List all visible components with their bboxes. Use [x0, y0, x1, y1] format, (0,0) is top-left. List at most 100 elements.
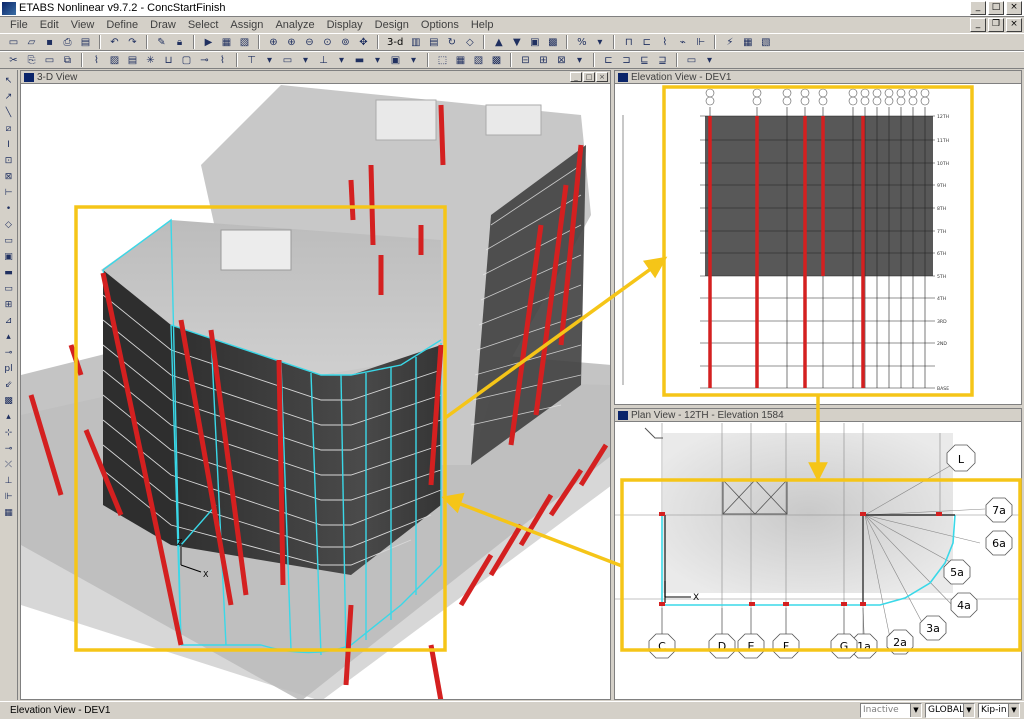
- deformed-shape-icon[interactable]: ⌇: [657, 35, 672, 50]
- link-icon[interactable]: ⊸: [197, 53, 212, 68]
- redo-icon[interactable]: ↷: [125, 35, 140, 50]
- analysis-options-icon[interactable]: ▦: [219, 35, 234, 50]
- dropdown-icon[interactable]: ▾: [298, 53, 313, 68]
- snap-fine-icon[interactable]: ▦: [2, 506, 16, 519]
- save-icon[interactable]: ▪: [42, 35, 57, 50]
- chevron-down-icon[interactable]: ▼: [963, 704, 974, 717]
- move-up-icon[interactable]: ▲: [491, 35, 506, 50]
- snap-joint-icon[interactable]: ⊟: [518, 53, 533, 68]
- opening-icon[interactable]: ▣: [388, 53, 403, 68]
- dropdown-icon[interactable]: ▾: [262, 53, 277, 68]
- column-icon[interactable]: ⊥: [316, 53, 331, 68]
- menu-design[interactable]: Design: [369, 19, 415, 31]
- draw-cross-icon[interactable]: ⊠: [2, 170, 16, 183]
- spring-icon[interactable]: ⌇: [215, 53, 230, 68]
- frame-display-icon[interactable]: ⊓: [621, 35, 636, 50]
- snap-perp-icon[interactable]: ⊥: [2, 474, 16, 487]
- zoom-previous-icon[interactable]: ⊙: [320, 35, 335, 50]
- developed-elevation-icon[interactable]: ⇙: [2, 378, 16, 391]
- menu-options[interactable]: Options: [415, 19, 465, 31]
- close-button[interactable]: ×: [1006, 1, 1022, 15]
- pointer-icon[interactable]: ↖: [2, 74, 16, 87]
- draw-quad-icon[interactable]: ▣: [2, 250, 16, 263]
- steel-design-icon[interactable]: ▧: [758, 35, 773, 50]
- table-icon[interactable]: ▤: [125, 53, 140, 68]
- menu-analyze[interactable]: Analyze: [269, 19, 320, 31]
- elevation-view-icon[interactable]: ▤: [426, 35, 441, 50]
- draw-point-icon[interactable]: •: [2, 202, 16, 215]
- plan-view-icon[interactable]: ▥: [408, 35, 423, 50]
- zoom-window-icon[interactable]: ⊕: [266, 35, 281, 50]
- open-file-icon[interactable]: ▱: [24, 35, 39, 50]
- menu-file[interactable]: File: [4, 19, 34, 31]
- pan-icon[interactable]: ✥: [356, 35, 371, 50]
- perspective-icon[interactable]: ◇: [462, 35, 477, 50]
- dropdown-icon[interactable]: ▾: [592, 35, 607, 50]
- chevron-down-icon[interactable]: ▼: [910, 704, 921, 717]
- copy-icon[interactable]: ⎘: [24, 53, 39, 68]
- area-icon[interactable]: ▢: [179, 53, 194, 68]
- undo-icon[interactable]: ↶: [107, 35, 122, 50]
- select-poly-icon[interactable]: ▧: [471, 53, 486, 68]
- menu-display[interactable]: Display: [321, 19, 369, 31]
- elevation-canvas[interactable]: 12TH 11TH 10TH 9TH 8TH 7TH 6TH 5TH 4TH 3…: [615, 85, 1021, 404]
- dropdown-icon[interactable]: ▾: [406, 53, 421, 68]
- concrete-design-icon[interactable]: ▦: [740, 35, 755, 50]
- mode-shape-icon[interactable]: ⌁: [675, 35, 690, 50]
- scroll-handle-icon[interactable]: ▴: [2, 410, 16, 423]
- draw-line-icon[interactable]: ╲: [2, 106, 16, 119]
- dropdown-icon[interactable]: ▾: [572, 53, 587, 68]
- plan-canvas[interactable]: X L 7a 6a 5a 4a 3a 2a 1a G F E D C: [615, 423, 1021, 699]
- three-d-canvas[interactable]: X Z: [21, 85, 610, 699]
- mdi-restore-button[interactable]: ❐: [988, 18, 1004, 32]
- draw-link-icon[interactable]: ⊢: [2, 186, 16, 199]
- beam-icon[interactable]: ⊤: [244, 53, 259, 68]
- zoom-out-icon[interactable]: ⊖: [302, 35, 317, 50]
- menu-select[interactable]: Select: [182, 19, 225, 31]
- assign-restraint-icon[interactable]: ▩: [2, 394, 16, 407]
- elevation-view-window[interactable]: Elevation View - DEV1 12TH 11TH 10TH 9TH…: [614, 70, 1022, 405]
- move-down-icon[interactable]: ▼: [509, 35, 524, 50]
- menu-assign[interactable]: Assign: [224, 19, 269, 31]
- percent-icon[interactable]: %: [574, 35, 589, 50]
- mode-dropdown[interactable]: Inactive ▼: [860, 703, 922, 718]
- draw-wall-icon[interactable]: ▬: [2, 266, 16, 279]
- draw-grid-icon[interactable]: ⊞: [2, 298, 16, 311]
- snap-intersect-icon[interactable]: ⤫: [2, 458, 16, 471]
- show-undeformed-icon[interactable]: ⊏: [601, 53, 616, 68]
- mdi-close-button[interactable]: ×: [1006, 18, 1022, 32]
- reshape-icon[interactable]: ↗: [2, 90, 16, 103]
- snap-grid-icon[interactable]: ⊠: [554, 53, 569, 68]
- three-d-close-button[interactable]: ×: [596, 72, 608, 82]
- lock-icon[interactable]: 🔒︎: [172, 35, 187, 50]
- three-d-minimize-button[interactable]: _: [570, 72, 582, 82]
- three-d-view-window[interactable]: 3-D View _ □ × X Z: [20, 70, 611, 700]
- dropdown-icon[interactable]: ▾: [370, 53, 385, 68]
- step-icon[interactable]: ▧: [237, 35, 252, 50]
- new-file-icon[interactable]: ▭: [6, 35, 21, 50]
- draw-beam-icon[interactable]: ⊡: [2, 154, 16, 167]
- select-window-icon[interactable]: ▦: [453, 53, 468, 68]
- select-all-icon[interactable]: ⬚: [435, 53, 450, 68]
- snap-line-icon[interactable]: ⊞: [536, 53, 551, 68]
- scroll-handle-icon[interactable]: ▴: [2, 330, 16, 343]
- zoom-in-icon[interactable]: ⊕: [284, 35, 299, 50]
- menu-view[interactable]: View: [65, 19, 101, 31]
- run-analysis-icon[interactable]: ▶: [201, 35, 216, 50]
- chevron-down-icon[interactable]: ▼: [1008, 704, 1019, 717]
- draw-dimension-icon[interactable]: ⊿: [2, 314, 16, 327]
- frame-icon[interactable]: ⊔: [161, 53, 176, 68]
- menu-draw[interactable]: Draw: [144, 19, 182, 31]
- slab-icon[interactable]: ▭: [280, 53, 295, 68]
- show-members-icon[interactable]: ⊒: [655, 53, 670, 68]
- draw-column-icon[interactable]: I: [2, 138, 16, 151]
- print-icon[interactable]: ⎙: [60, 35, 75, 50]
- units-dropdown[interactable]: Kip-in ▼: [978, 703, 1020, 718]
- refresh-icon[interactable]: ✎: [154, 35, 169, 50]
- wall-icon[interactable]: ▬: [352, 53, 367, 68]
- display-options-icon[interactable]: ▭: [684, 53, 699, 68]
- draw-wall-panel-icon[interactable]: ▭: [2, 282, 16, 295]
- coord-system-dropdown[interactable]: GLOBAL ▼: [925, 703, 975, 718]
- zoom-full-icon[interactable]: ⊚: [338, 35, 353, 50]
- paste-icon[interactable]: ▭: [42, 53, 57, 68]
